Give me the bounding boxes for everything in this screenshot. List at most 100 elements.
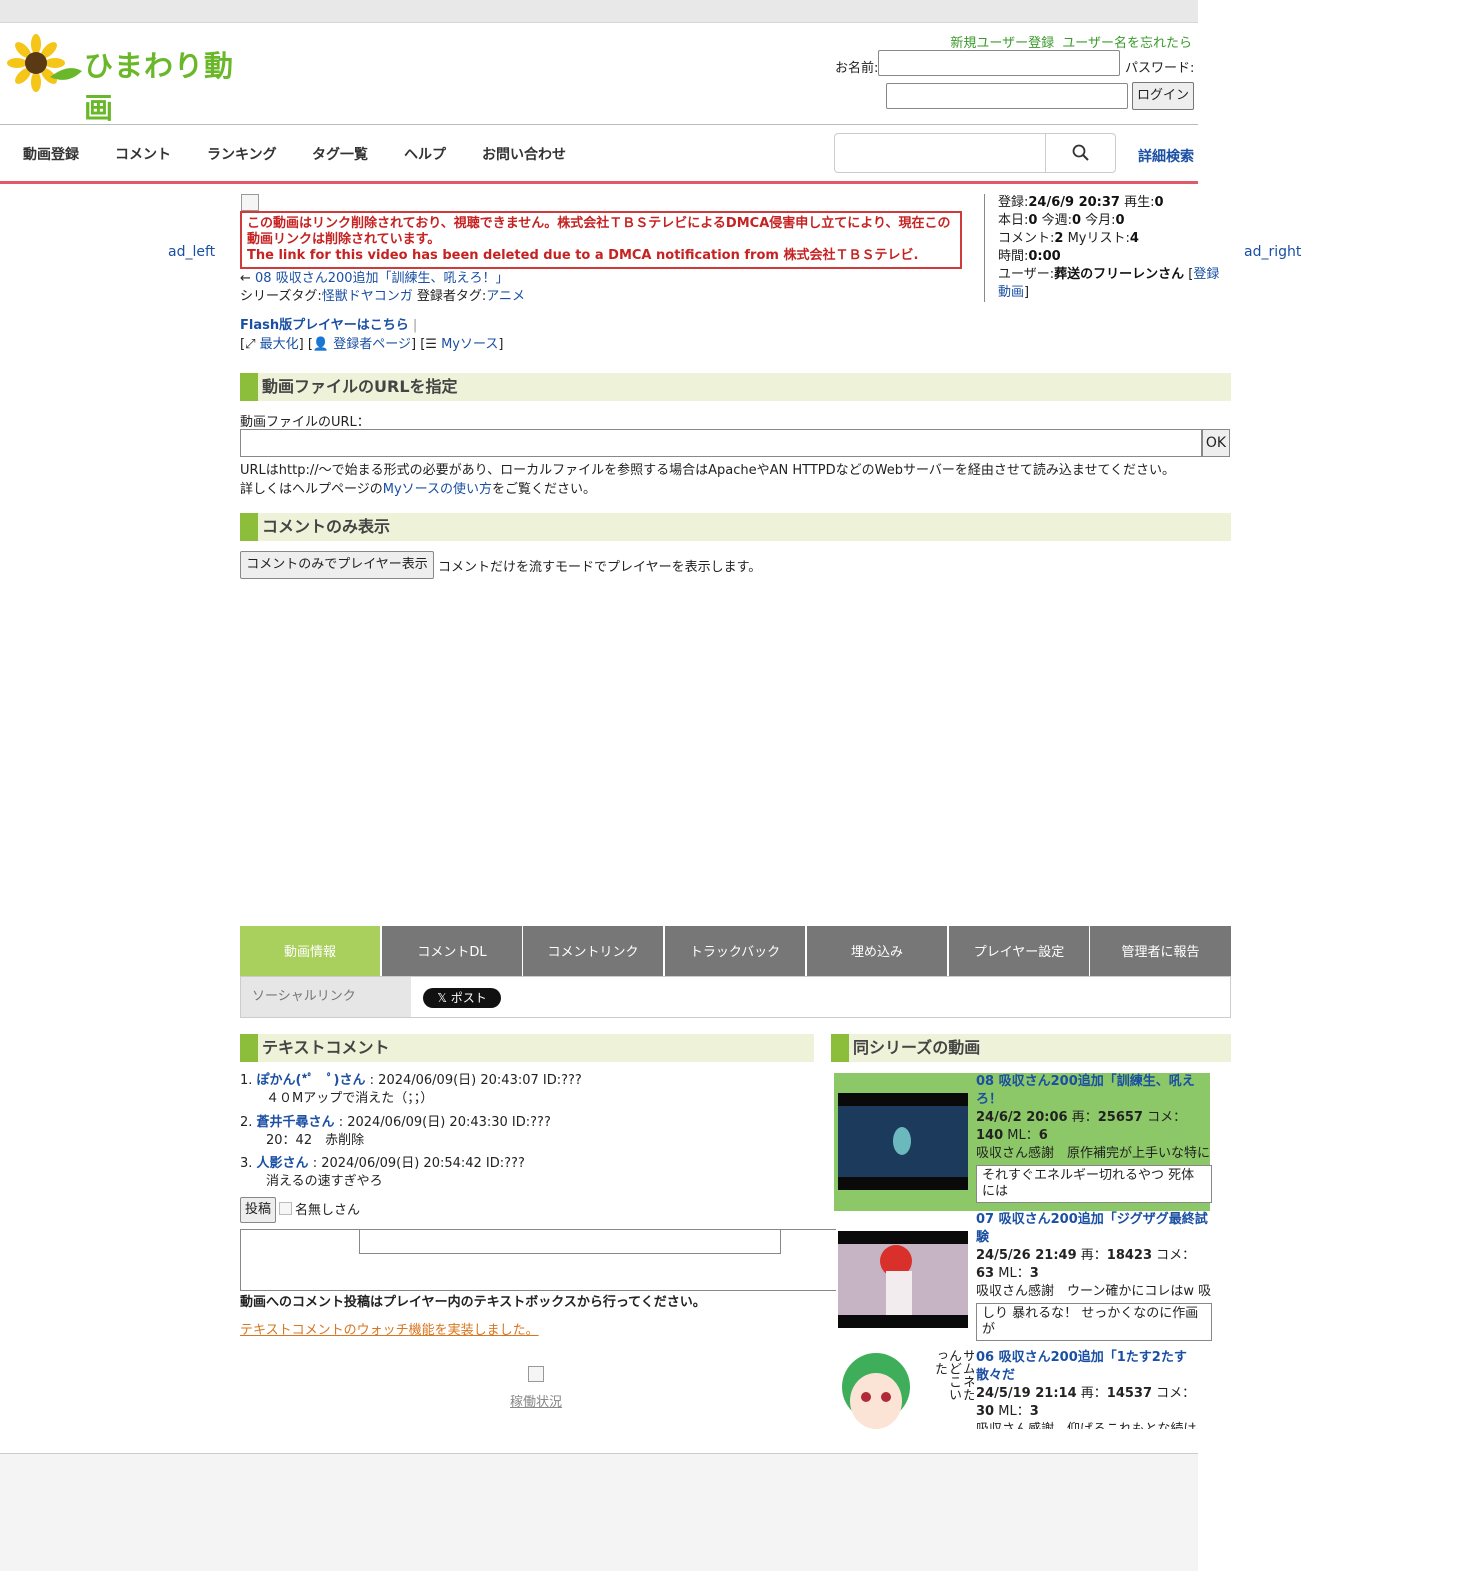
comment-body: 消えるの速すぎやろ (266, 1174, 383, 1189)
x-post-button[interactable]: 𝕏 ポスト (423, 988, 501, 1008)
comment-author[interactable]: ぽかん(*ﾟ ﾟ)さん (257, 1073, 366, 1088)
series-video-desc: 吸収さん感謝 仰げるこれもとな続け (976, 1421, 1212, 1429)
plays-count: 0 (1154, 195, 1164, 210)
series-video-meta: 07 吸収さん200追加「ジグザグ最終試験 24/5/26 21:49 再：18… (976, 1211, 1212, 1341)
search-divider (1045, 134, 1046, 172)
nav-item-help[interactable]: ヘルプ (404, 144, 446, 164)
comment-only-heading-text: コメントのみ表示 (262, 517, 391, 536)
search-icon[interactable] (1071, 143, 1091, 163)
user-suffix: さん (1158, 267, 1185, 282)
comment-number: 1. (240, 1073, 253, 1088)
series-video-meta: 08 吸収さん200追加「訓練生、吼えろ！ 24/6/2 20:06 再：256… (976, 1073, 1212, 1203)
thumbnail-image (838, 1231, 968, 1328)
series-video-mylist: 3 (1029, 1404, 1039, 1419)
browser-top-strip (0, 0, 1198, 23)
ad-left[interactable]: ad_left (168, 244, 215, 260)
tab-embed[interactable]: 埋め込み (807, 926, 947, 976)
post-comment-button[interactable]: 投稿 (240, 1197, 276, 1223)
series-video-item[interactable]: サムネたんどこいった 06 吸収さん200追加「1たす2たす散々だ 24/5/1… (834, 1349, 1210, 1429)
user-icon: 👤 (312, 337, 330, 352)
url-ok-button[interactable]: OK (1202, 429, 1230, 457)
forgot-username-link[interactable]: ユーザー名を忘れたら (1062, 36, 1192, 51)
series-video-mylist: 3 (1029, 1266, 1039, 1281)
register-link[interactable]: 新規ユーザー登録 (950, 36, 1054, 51)
site-logo[interactable]: ひまわり動画 (6, 33, 251, 125)
search-input[interactable] (834, 133, 1116, 173)
tab-report[interactable]: 管理者に報告 (1090, 926, 1231, 976)
maximize-link[interactable]: 最大化 (260, 337, 299, 352)
notice-jp: この動画はリンク削除されており、視聴できません。株式会社ＴＢＳテレビによるDMC… (247, 216, 951, 247)
video-thumbnail[interactable] (836, 1211, 972, 1347)
mylist-label: ML： (998, 1404, 1030, 1419)
comment-meta: : 2024/06/09(日) 20:54:42 ID:??? (312, 1156, 525, 1171)
watch-feature-link[interactable]: テキストコメントのウォッチ機能を実装しました。 (240, 1319, 539, 1338)
tab-trackback[interactable]: トラックバック (665, 926, 805, 976)
comment-author[interactable]: 蒼井千尋さん (257, 1115, 335, 1130)
series-video-item[interactable]: 08 吸収さん200追加「訓練生、吼えろ！ 24/6/2 20:06 再：256… (834, 1073, 1212, 1211)
series-video-title[interactable]: 06 吸収さん200追加「1たす2たす散々だ (976, 1349, 1212, 1385)
ad-right[interactable]: ad_right (1244, 244, 1301, 260)
series-tag-link[interactable]: 怪獣ドヤコンガ (322, 289, 413, 304)
comment-only-desc: コメントだけを流すモードでプレイヤーを表示します。 (438, 560, 762, 575)
uploader-page-link[interactable]: 登録者ページ (333, 337, 411, 352)
video-thumbnail[interactable]: サムネたんどこいった (836, 1349, 974, 1429)
login-button[interactable]: ログイン (1132, 82, 1194, 110)
series-video-plays: 14537 (1106, 1386, 1153, 1401)
comment-body: ４０Mアップで消えた（；；） (266, 1091, 434, 1106)
anonymous-checkbox[interactable] (279, 1202, 292, 1215)
mylist-label: ML： (1007, 1128, 1039, 1143)
plays-label: 再： (1071, 1110, 1098, 1125)
social-label: ソーシャルリンク (241, 977, 411, 1017)
video-url-input[interactable] (240, 429, 1202, 457)
plays-label: 再生: (1124, 195, 1155, 210)
video-links: ← 08 吸収さん200追加「訓練生、吼えろ！」 シリーズタグ:怪獣ドヤコンガ … (240, 270, 525, 306)
prev-video-link[interactable]: 08 吸収さん200追加「訓練生、吼えろ！」 (255, 271, 509, 286)
uploader-name-link[interactable]: 葬送のフリーレン (1054, 267, 1158, 282)
time-label: 時間: (998, 249, 1029, 264)
page-footer (0, 1453, 1198, 1571)
comment-only-player-button[interactable]: コメントのみでプレイヤー表示 (240, 551, 434, 579)
comment-number: 2. (240, 1115, 253, 1130)
video-thumbnail[interactable] (836, 1073, 972, 1209)
comment-item: 3. 人影さん : 2024/06/09(日) 20:54:42 ID:??? … (240, 1155, 525, 1191)
month-count: 0 (1115, 213, 1125, 228)
nav-item-tags[interactable]: タグ一覧 (312, 144, 368, 164)
comment-number: 3. (240, 1156, 253, 1171)
heading-bar (240, 1034, 258, 1062)
user-tag-link[interactable]: アニメ (486, 289, 525, 304)
tab-comment-link[interactable]: コメントリンク (523, 926, 663, 976)
expand-icon: ⤢ (245, 337, 256, 352)
week-label: 今週: (1041, 213, 1072, 228)
flash-player-link[interactable]: Flash版プレイヤーはこちら (240, 318, 409, 333)
tab-video-info[interactable]: 動画情報 (240, 926, 380, 976)
series-tag-label: シリーズタグ: (240, 289, 322, 304)
time-value: 0:00 (1028, 249, 1061, 264)
heading-bar (831, 1034, 849, 1062)
nav-item-ranking[interactable]: ランキング (207, 144, 277, 164)
week-count: 0 (1071, 213, 1082, 228)
tab-player-settings[interactable]: プレイヤー設定 (949, 926, 1089, 976)
nav-item-contact[interactable]: お問い合わせ (482, 144, 566, 164)
arrow-left-icon: ← (240, 271, 256, 286)
series-video-title[interactable]: 08 吸収さん200追加「訓練生、吼えろ！ (976, 1073, 1212, 1109)
series-video-item[interactable]: 07 吸収さん200追加「ジグザグ最終試験 24/5/26 21:49 再：18… (834, 1211, 1212, 1349)
today-label: 本日: (998, 213, 1029, 228)
broken-image (241, 194, 259, 211)
nav-item-upload[interactable]: 動画登録 (23, 144, 79, 164)
advanced-search-link[interactable]: 詳細検索 (1138, 146, 1194, 166)
username-input[interactable] (878, 50, 1120, 76)
password-input[interactable] (886, 83, 1128, 109)
nav-item-comments[interactable]: コメント (115, 144, 171, 164)
tab-comment-dl[interactable]: コメントDL (382, 926, 522, 976)
series-video-title[interactable]: 07 吸収さん200追加「ジグザグ最終試験 (976, 1211, 1212, 1247)
comment-name-input[interactable] (359, 1229, 781, 1254)
list-icon: ☰ (425, 337, 437, 352)
comment-only-heading: コメントのみ表示 (240, 513, 1231, 541)
status-link[interactable]: 稼働状況 (510, 1391, 562, 1410)
month-label: 今月: (1085, 213, 1116, 228)
series-video-desc: 吸収さん感謝 ウーン確かにコレはw 吸 (976, 1284, 1212, 1299)
comment-author[interactable]: 人影さん (257, 1156, 309, 1171)
url-section-heading: 動画ファイルのURLを指定 (240, 373, 1231, 401)
mysource-help-link[interactable]: Myソースの使い方 (383, 482, 492, 497)
mysource-link[interactable]: Myソース (441, 337, 498, 352)
